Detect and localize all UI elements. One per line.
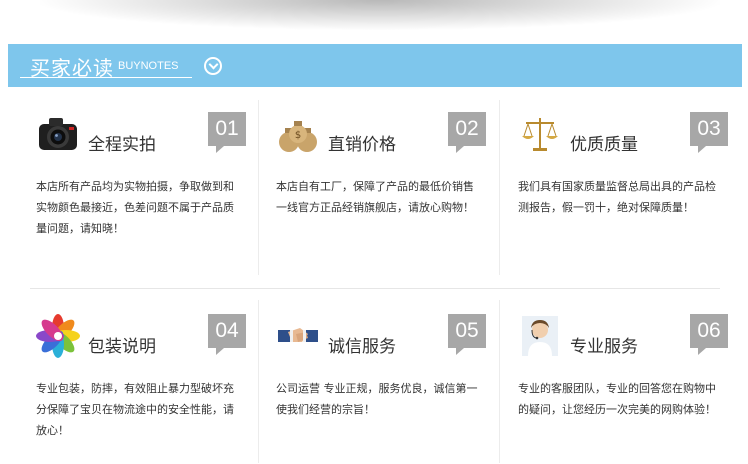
- feature-card-real-photos: 全程实拍 01 本店所有产品均为实物拍摄，争取做到和实物颜色最接近，色差问题不属…: [36, 112, 256, 262]
- header-underline: [20, 77, 192, 78]
- feature-card-direct-price: $ 直销价格 02 本店自有工厂，保障了产品的最低价销售一线官方正品经销旗舰店，…: [276, 112, 496, 262]
- card-description: 本店所有产品均为实物拍摄，争取做到和实物颜色最接近，色差问题不属于产品质量问题，…: [36, 180, 234, 235]
- column-divider: [258, 300, 259, 463]
- color-flower-icon: [36, 314, 80, 358]
- card-number-badge: 05: [448, 314, 486, 355]
- card-number-badge: 02: [448, 112, 486, 153]
- feature-card-quality: 优质质量 03 我们具有国家质量监督总局出具的产品检测报告，假一罚十，绝对保障质…: [518, 112, 738, 262]
- scales-icon: [518, 112, 562, 156]
- row-divider: [30, 288, 720, 289]
- feature-card-integrity: 诚信服务 05 公司运营 专业正规，服务优良，诚信第一使我们经营的宗旨！: [276, 314, 496, 464]
- card-description: 公司运营 专业正规，服务优良，诚信第一使我们经营的宗旨！: [276, 382, 478, 416]
- card-title: 包装说明: [88, 337, 156, 357]
- card-title: 专业服务: [570, 337, 638, 357]
- card-number-badge: 01: [208, 112, 246, 153]
- camera-icon: [36, 112, 80, 156]
- column-divider: [499, 100, 500, 275]
- card-description: 专业包装，防摔，有效阻止暴力型破坏充分保障了宝贝在物流途中的安全性能，请放心！: [36, 382, 234, 437]
- card-description: 本店自有工厂，保障了产品的最低价销售一线官方正品经销旗舰店，请放心购物！: [276, 180, 474, 214]
- card-title: 全程实拍: [88, 135, 156, 155]
- service-agent-icon: [518, 314, 562, 358]
- chevron-down-circle-icon[interactable]: [204, 57, 222, 75]
- feature-card-packaging: 包装说明 04 专业包装，防摔，有效阻止暴力型破坏充分保障了宝贝在物流途中的安全…: [36, 314, 256, 464]
- svg-text:$: $: [295, 130, 301, 141]
- card-title: 优质质量: [570, 135, 638, 155]
- column-divider: [499, 300, 500, 463]
- notice-header-bar: 买家必读 BUYNOTES: [8, 44, 742, 87]
- card-number-badge: 03: [690, 112, 728, 153]
- card-title: 直销价格: [328, 135, 396, 155]
- header-subtitle: BUYNOTES: [118, 60, 179, 72]
- handshake-icon: [276, 314, 320, 358]
- top-shadow: [40, 0, 720, 30]
- card-number-badge: 04: [208, 314, 246, 355]
- card-title: 诚信服务: [328, 337, 396, 357]
- card-description: 我们具有国家质量监督总局出具的产品检测报告，假一罚十，绝对保障质量！: [518, 180, 716, 214]
- money-bags-icon: $: [276, 112, 320, 156]
- column-divider: [258, 100, 259, 275]
- card-number-badge: 06: [690, 314, 728, 355]
- card-description: 专业的客服团队，专业的回答您在购物中的疑问，让您经历一次完美的网购体验！: [518, 382, 716, 416]
- feature-card-professional-service: 专业服务 06 专业的客服团队，专业的回答您在购物中的疑问，让您经历一次完美的网…: [518, 314, 738, 464]
